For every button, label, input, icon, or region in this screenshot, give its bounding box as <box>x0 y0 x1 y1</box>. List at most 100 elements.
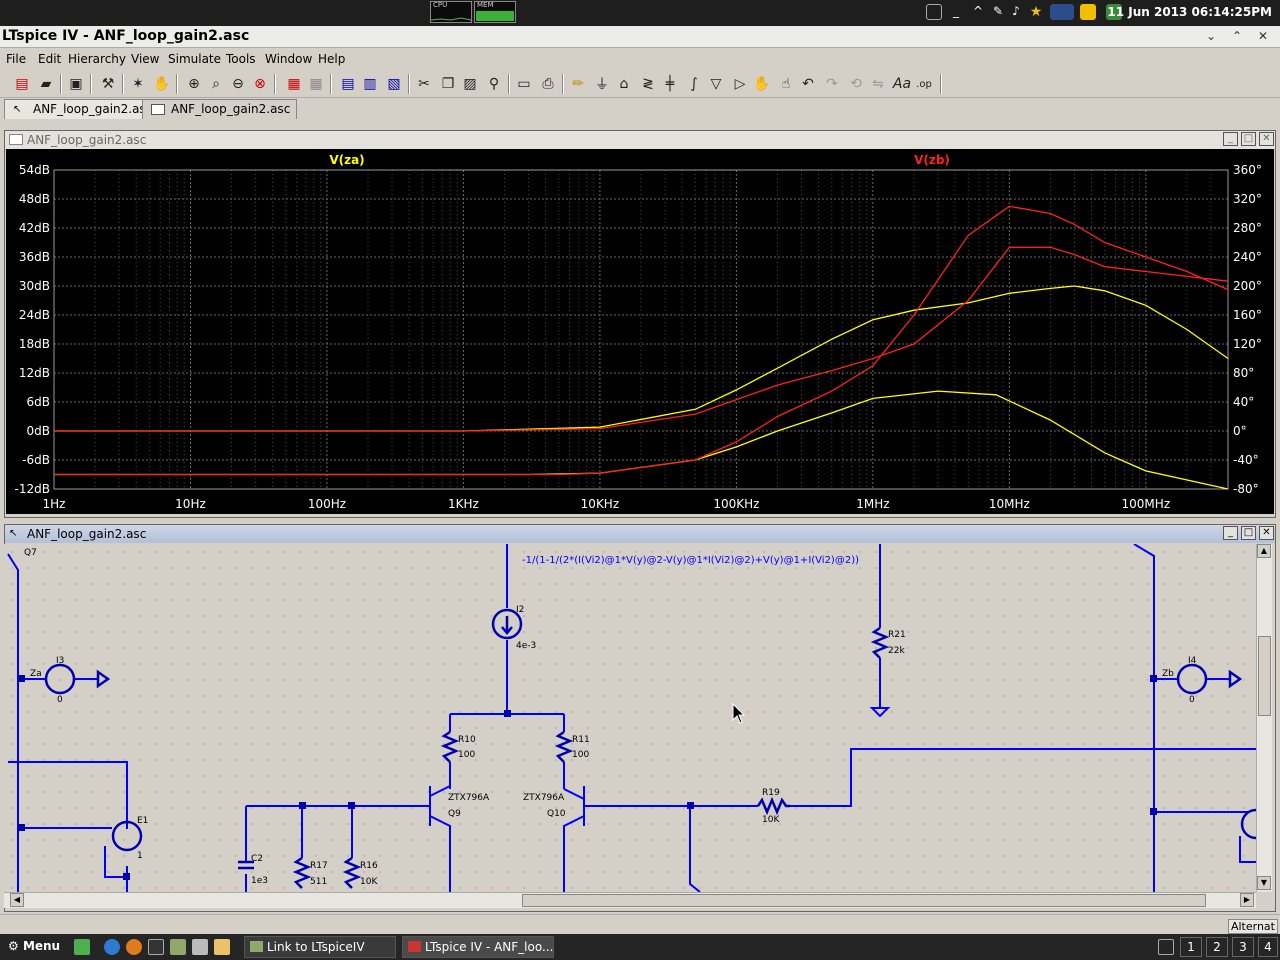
i2-value[interactable]: 4e-3 <box>516 641 536 651</box>
pan-icon[interactable]: ⌕ <box>206 74 226 94</box>
menu-edit[interactable]: Edit <box>38 52 61 66</box>
q7-label[interactable]: Q7 <box>24 548 37 558</box>
i4-symbol[interactable] <box>1176 663 1208 695</box>
waveform-plot[interactable]: V(za) V(zb) 54dB 48dB 42dB 36dB 30dB 24dB 18dB… <box>6 149 1274 514</box>
run-icon[interactable]: ✶ <box>128 74 148 94</box>
waveform-maximize-button[interactable]: □ <box>1241 132 1256 146</box>
window-switch-icon[interactable] <box>1158 939 1174 955</box>
halt-icon[interactable]: ✋ <box>152 74 172 94</box>
r17-value[interactable]: 511 <box>310 877 327 887</box>
i4-name[interactable]: I4 <box>1188 656 1197 666</box>
tray-arrow-icon[interactable]: ^ <box>970 4 986 20</box>
tile-horizontal-icon[interactable]: ▤ <box>338 74 358 94</box>
manual-limits-icon[interactable]: ▦ <box>306 74 326 94</box>
star-icon[interactable]: ★ <box>1028 4 1044 20</box>
r11-symbol[interactable] <box>554 730 574 763</box>
r19-name[interactable]: R19 <box>762 788 780 798</box>
schematic-canvas[interactable]: Q7 I3 0 Za I2 4e-3 R21 22k I4 0 Zb R10 1… <box>4 544 1256 892</box>
q10-name[interactable]: Q10 <box>547 809 566 819</box>
maximize-chevron-icon[interactable]: ⌃ <box>1228 28 1246 44</box>
move-icon[interactable]: ✋ <box>752 74 772 94</box>
i3-symbol[interactable] <box>44 663 76 695</box>
trace-label-vzb[interactable]: V(zb) <box>914 153 950 167</box>
r21-name[interactable]: R21 <box>888 630 906 640</box>
autorange-icon[interactable]: ▦ <box>284 74 304 94</box>
r21-symbol[interactable] <box>870 626 890 659</box>
scroll-up-button[interactable]: ▲ <box>1257 544 1271 558</box>
c2-value[interactable]: 1e3 <box>251 876 268 886</box>
firefox-icon[interactable] <box>126 939 142 955</box>
pen-icon[interactable]: ✎ <box>990 4 1006 20</box>
clock[interactable]: 11 Jun 2013 06:14:25PM <box>1107 5 1272 19</box>
waveform-close-button[interactable]: ✕ <box>1259 132 1274 146</box>
redo-icon[interactable]: ↷ <box>822 74 842 94</box>
spice-directive-icon[interactable]: .op <box>914 74 934 94</box>
browser-icon[interactable] <box>104 939 120 955</box>
spice-expression[interactable]: -1/(1-1/(2*(I(Vi2)@1*V(y)@2-V(y)@1*I(Vi2… <box>522 555 859 566</box>
label-net-icon[interactable]: ⌂ <box>614 74 634 94</box>
control-panel-icon[interactable]: ⚒ <box>98 74 118 94</box>
cpu-monitor[interactable]: CPU <box>430 1 472 23</box>
menu-simulate[interactable]: Simulate <box>168 52 221 66</box>
r16-symbol[interactable] <box>342 856 362 889</box>
r10-value[interactable]: 100 <box>458 750 475 760</box>
schematic-vertical-scrollbar[interactable]: ▲ ▼ <box>1256 544 1272 892</box>
undo-icon[interactable]: ↶ <box>798 74 818 94</box>
power-icon[interactable] <box>1080 4 1096 20</box>
print-icon[interactable]: ⎙ <box>538 74 558 94</box>
c2-name[interactable]: C2 <box>251 854 263 864</box>
workspace-3[interactable]: 3 <box>1232 937 1254 957</box>
task-link-to-ltspice[interactable]: Link to LTspiceIV <box>244 936 396 958</box>
r16-value[interactable]: 10K <box>360 877 378 887</box>
rotate-icon[interactable]: ⟲ <box>846 74 866 94</box>
i3-name[interactable]: I3 <box>56 656 64 666</box>
horizontal-scroll-thumb[interactable] <box>522 894 1206 907</box>
r19-value[interactable]: 10K <box>762 815 780 825</box>
schematic-horizontal-scrollbar[interactable]: ◀ ▶ <box>4 892 1256 908</box>
text-icon[interactable]: Aa <box>892 74 912 94</box>
r17-symbol[interactable] <box>292 856 312 889</box>
menu-file[interactable]: File <box>6 52 26 66</box>
schematic-maximize-button[interactable]: □ <box>1241 526 1256 540</box>
trace-label-vza[interactable]: V(za) <box>329 153 364 167</box>
mirror-icon[interactable]: ⇋ <box>868 74 888 94</box>
save-icon[interactable]: ▣ <box>66 74 86 94</box>
draw-wire-icon[interactable]: ✏ <box>568 74 588 94</box>
e1-name[interactable]: E1 <box>137 816 148 826</box>
menu-help[interactable]: Help <box>318 52 345 66</box>
menu-hierarchy[interactable]: Hierarchy <box>68 52 126 66</box>
print-setup-icon[interactable]: ▭ <box>514 74 534 94</box>
r11-name[interactable]: R11 <box>572 735 590 745</box>
file-manager-icon[interactable] <box>170 939 186 955</box>
za-label[interactable]: Za <box>30 669 42 679</box>
r10-name[interactable]: R10 <box>458 735 476 745</box>
waveform-minimize-button[interactable]: _ <box>1223 132 1238 146</box>
r17-name[interactable]: R17 <box>310 861 328 871</box>
cascade-icon[interactable]: ▥ <box>360 74 380 94</box>
cut-icon[interactable]: ✂ <box>414 74 434 94</box>
inductor-icon[interactable]: ∫ <box>684 74 704 94</box>
r19-symbol[interactable] <box>756 796 790 816</box>
i2-name[interactable]: I2 <box>516 605 524 615</box>
show-desktop-icon[interactable] <box>74 939 90 955</box>
zb-label[interactable]: Zb <box>1162 669 1174 679</box>
capacitor-icon[interactable]: ╪ <box>660 74 680 94</box>
workspace-4[interactable]: 4 <box>1258 937 1278 957</box>
r21-value[interactable]: 22k <box>888 646 905 656</box>
q10-model[interactable]: ZTX796A <box>523 793 565 803</box>
drag-icon[interactable]: ☝ <box>776 74 796 94</box>
paste-icon[interactable]: ▨ <box>460 74 480 94</box>
component-icon[interactable]: ▷ <box>730 74 750 94</box>
mem-monitor[interactable]: MEM <box>474 1 516 23</box>
scroll-down-button[interactable]: ▼ <box>1257 876 1271 890</box>
diode-icon[interactable]: ▽ <box>706 74 726 94</box>
r16-name[interactable]: R16 <box>360 861 378 871</box>
zoom-fit-icon[interactable]: ⊗ <box>250 74 270 94</box>
vertical-scroll-thumb[interactable] <box>1258 636 1271 716</box>
task-ltspice[interactable]: LTspice IV - ANF_loo... <box>402 936 554 958</box>
ground-icon[interactable]: ⏚ <box>592 74 612 94</box>
workspace-2[interactable]: 2 <box>1206 937 1228 957</box>
calculator-icon[interactable] <box>192 939 208 955</box>
network-icon[interactable] <box>1050 4 1074 20</box>
q9-name[interactable]: Q9 <box>448 809 461 819</box>
